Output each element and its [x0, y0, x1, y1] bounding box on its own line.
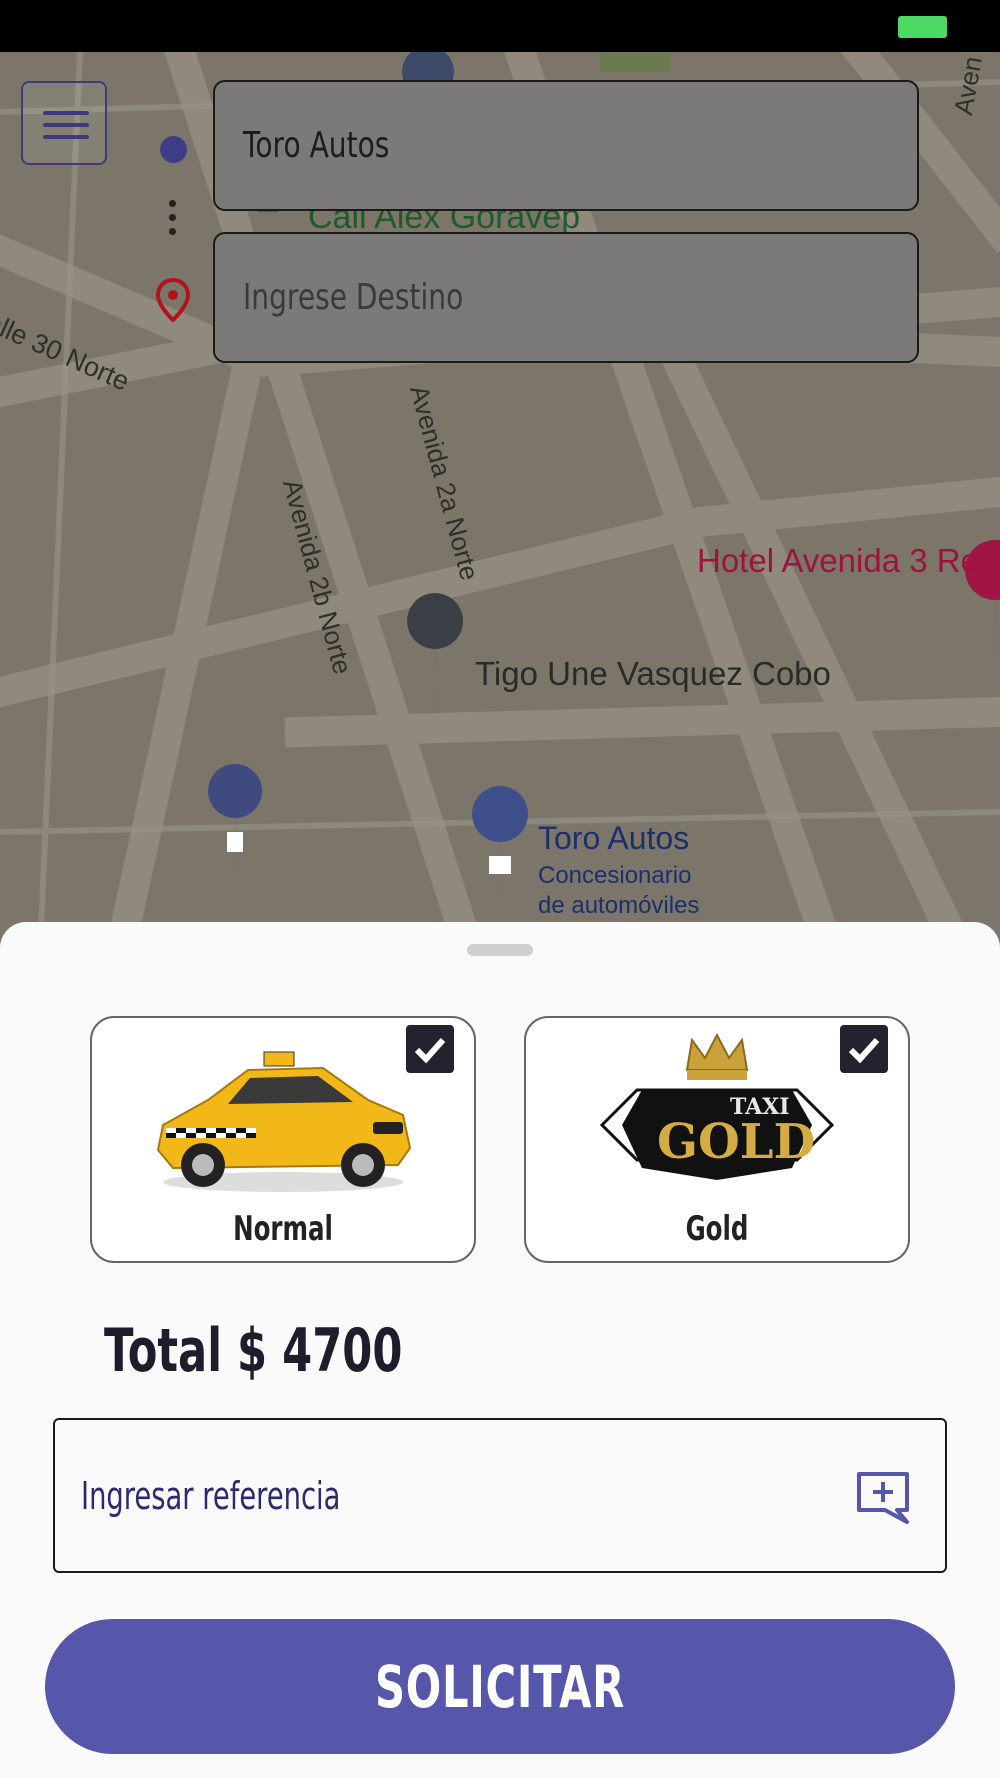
sheet-drag-handle[interactable]	[467, 944, 533, 956]
origin-dot-icon	[160, 136, 187, 163]
service-card-normal[interactable]: Normal	[90, 1016, 476, 1263]
service-card-gold[interactable]: TAXI GOLD Gold	[524, 1016, 910, 1263]
poi-label: Hotel Avenida 3 Re	[697, 542, 979, 579]
destination-pin-icon	[155, 277, 191, 327]
add-comment-icon[interactable]	[855, 1470, 911, 1531]
normal-checkbox[interactable]	[406, 1025, 454, 1073]
status-bar	[0, 0, 1000, 52]
destination-placeholder: Ingrese Destino	[243, 277, 464, 318]
poi-label: Concesionario	[538, 862, 692, 889]
reference-field[interactable]: Ingresar referencia	[53, 1418, 947, 1573]
service-label: Gold	[685, 1209, 749, 1249]
hamburger-icon-line	[43, 135, 89, 139]
destination-field[interactable]: Ingrese Destino	[213, 232, 919, 363]
svg-text:GOLD: GOLD	[657, 1114, 815, 1170]
origin-field[interactable]: Toro Autos	[213, 80, 919, 211]
shopping-icon	[472, 786, 529, 918]
solicitar-button[interactable]: SOLICITAR	[45, 1619, 955, 1754]
hamburger-icon-line	[43, 123, 89, 127]
reference-placeholder: Ingresar referencia	[81, 1473, 341, 1518]
hamburger-icon	[43, 111, 89, 115]
service-label: Normal	[233, 1209, 333, 1249]
check-icon	[414, 1037, 446, 1064]
menu-button[interactable]	[21, 81, 107, 165]
battery-icon	[898, 16, 947, 38]
gold-checkbox[interactable]	[840, 1025, 888, 1073]
route-connector-icon	[169, 200, 177, 242]
solicitar-label: SOLICITAR	[374, 1652, 626, 1721]
fare-total: Total $ 4700	[104, 1316, 403, 1386]
poi-label: Toro Autos	[538, 820, 690, 856]
origin-value: Toro Autos	[243, 125, 390, 166]
check-icon	[848, 1037, 880, 1064]
poi-label: de automóviles	[538, 892, 700, 919]
poi-label: Tigo Une Vasquez Cobo	[475, 655, 831, 692]
bottom-sheet: Normal TAXI GOLD Gold Total $ 4700 Ingre…	[0, 922, 1000, 1778]
place-marker-icon	[407, 593, 464, 727]
